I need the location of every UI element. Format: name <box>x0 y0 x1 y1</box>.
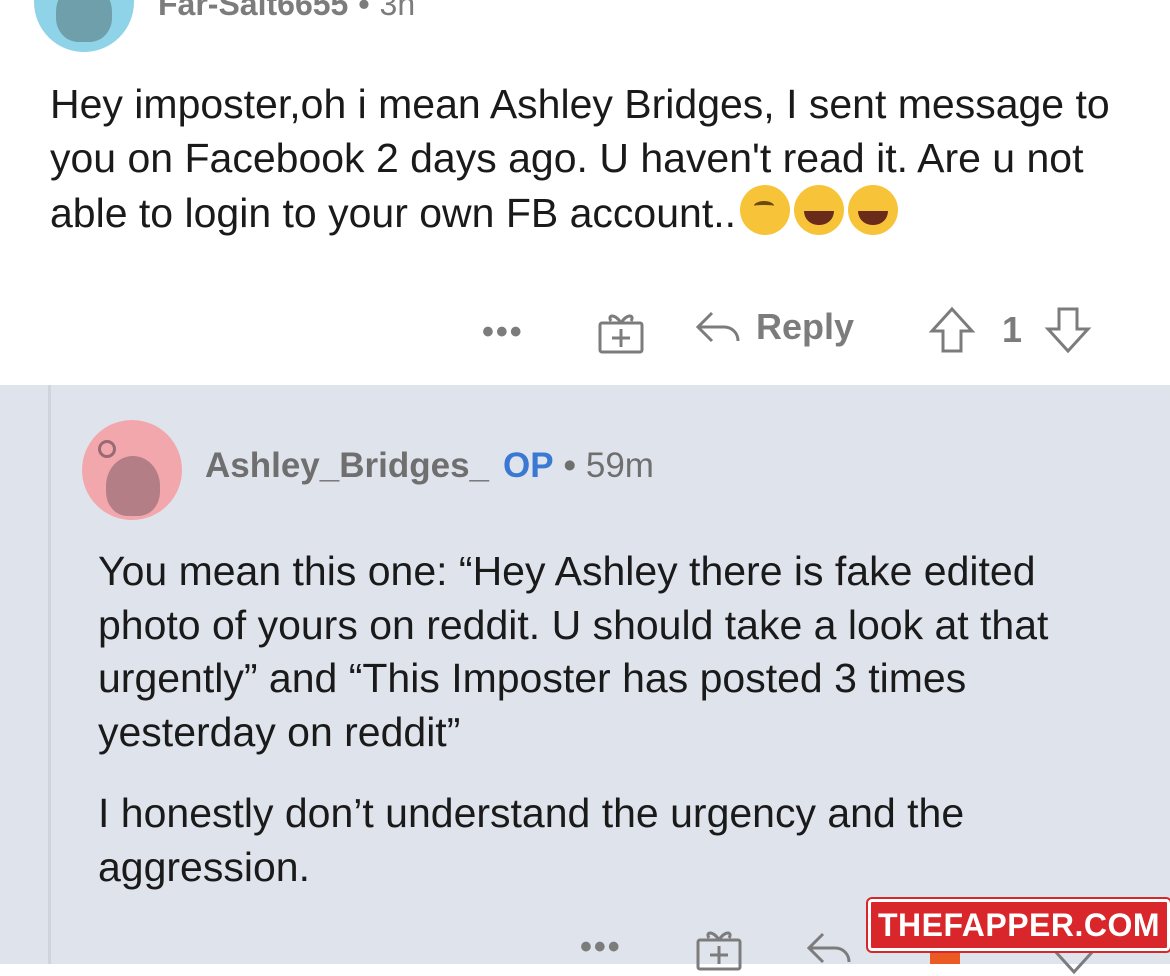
laughing-emoji <box>794 185 845 235</box>
thread-line[interactable] <box>48 385 51 964</box>
award-icon[interactable] <box>695 926 743 972</box>
comment-actions: ••• Reply 1 <box>0 305 1170 365</box>
vote-count: 1 <box>1002 309 1023 350</box>
timestamp: 59m <box>585 446 654 485</box>
comment-body: You mean this one: “Hey Ashley there is … <box>98 545 1138 922</box>
upvote-icon[interactable] <box>928 305 976 355</box>
comment-text: Hey imposter,oh i mean Ashley Bridges, I… <box>50 81 1110 236</box>
downvote-icon[interactable] <box>1044 305 1092 355</box>
comment-paragraph: I honestly don’t understand the urgency … <box>98 790 965 890</box>
separator: • <box>358 0 370 22</box>
award-icon[interactable] <box>597 309 645 355</box>
laughing-emoji <box>848 185 899 235</box>
more-icon[interactable]: ••• <box>482 313 524 352</box>
watermark-logo: THEFAPPER.COM <box>868 899 1170 951</box>
thinking-emoji <box>740 185 791 235</box>
user-avatar[interactable] <box>82 420 182 520</box>
snoo-antenna-icon <box>98 440 116 458</box>
timestamp: 3h <box>379 0 416 22</box>
comment-meta: Ashley_Bridges_ OP • 59m <box>205 446 654 486</box>
snoo-icon <box>106 456 160 516</box>
snoo-icon <box>56 0 112 42</box>
separator: • <box>563 446 576 485</box>
op-badge: OP <box>503 446 554 485</box>
reply-label: Reply <box>756 306 855 347</box>
vote-controls: 1 <box>928 305 1092 355</box>
reply-icon[interactable] <box>805 926 853 970</box>
comment-far-salt: Far-Salt6655 • 3h Hey imposter,oh i mean A… <box>0 0 1170 385</box>
more-icon[interactable]: ••• <box>580 928 622 967</box>
comment-body: Hey imposter,oh i mean Ashley Bridges, I… <box>50 78 1130 241</box>
comment-meta: Far-Salt6655 • 3h <box>158 0 415 23</box>
comment-paragraph: You mean this one: “Hey Ashley there is … <box>98 548 1049 755</box>
reply-button[interactable]: Reply <box>694 305 854 349</box>
username[interactable]: Far-Salt6655 <box>158 0 348 22</box>
reply-icon <box>695 311 740 343</box>
username[interactable]: Ashley_Bridges_ <box>205 446 489 485</box>
user-avatar[interactable] <box>34 0 134 52</box>
